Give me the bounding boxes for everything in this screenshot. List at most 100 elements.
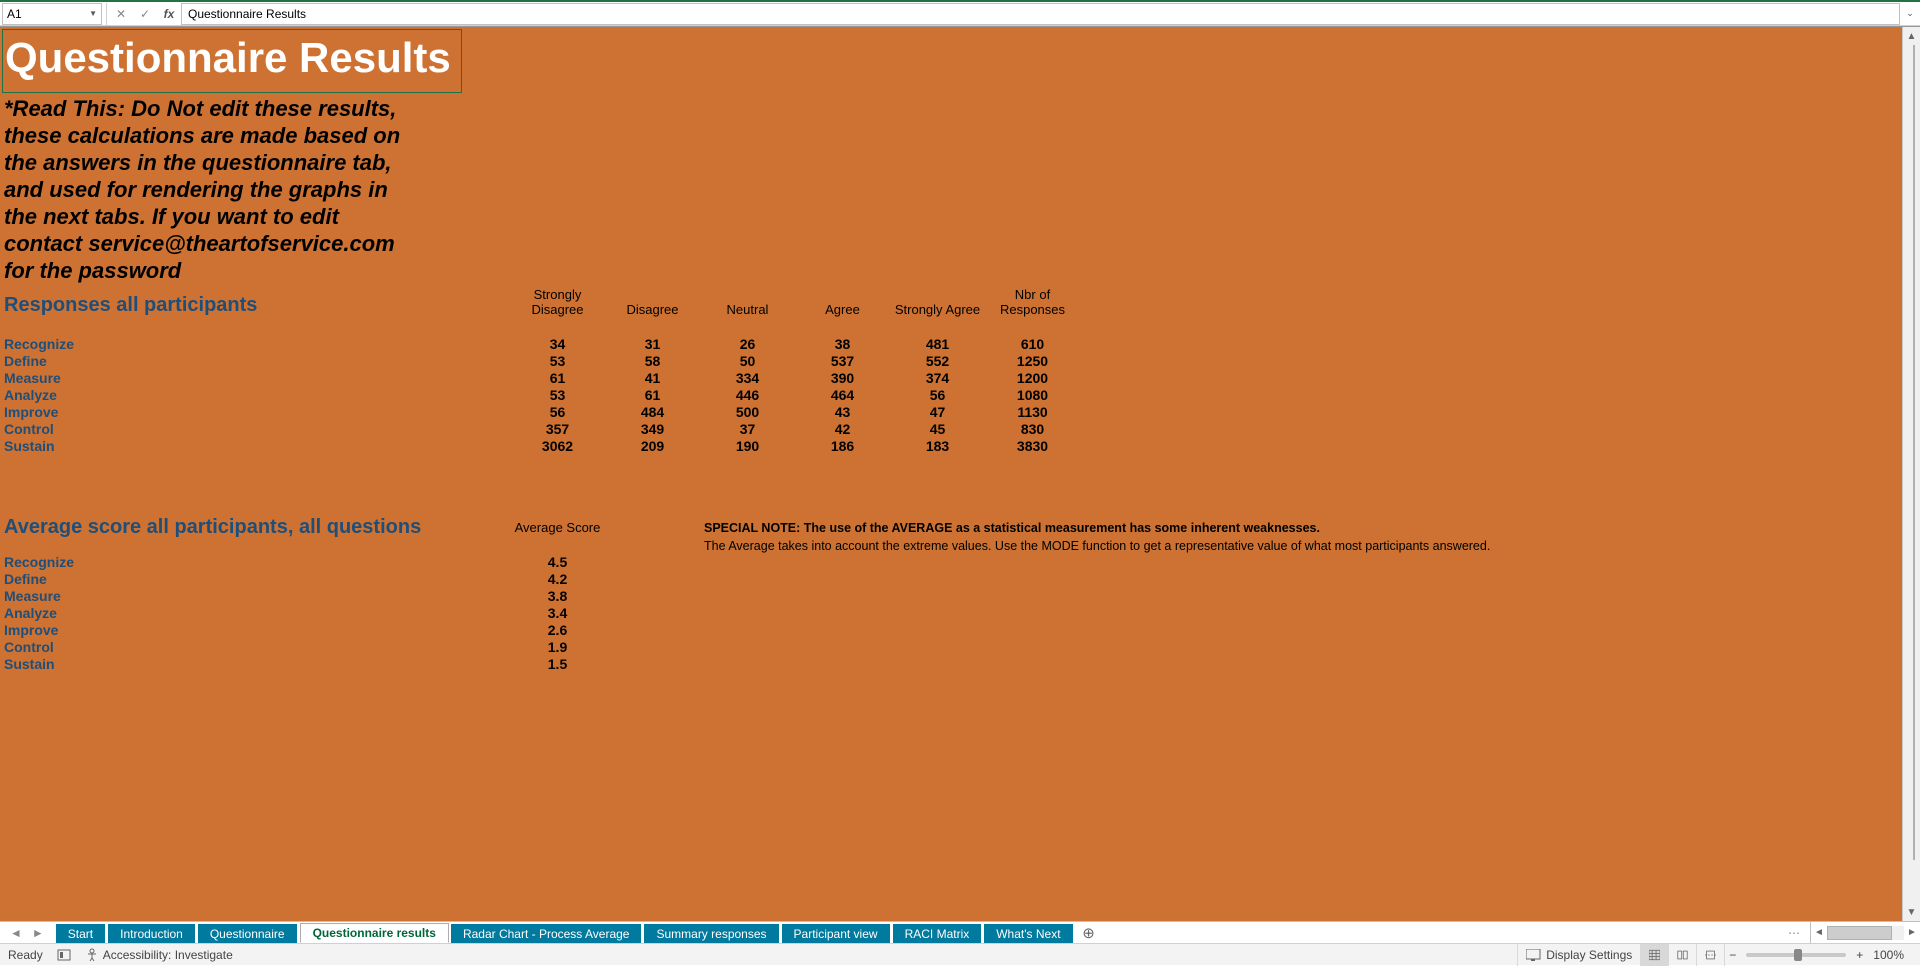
table-row: Sustain1.5: [0, 655, 1490, 672]
zoom-slider-knob[interactable]: [1794, 949, 1802, 961]
cell-value: 1200: [985, 369, 1080, 386]
row-label: Improve: [0, 621, 510, 638]
page-layout-view-button[interactable]: [1668, 944, 1696, 966]
row-label: Define: [0, 352, 510, 369]
cell-value: 2.6: [510, 621, 605, 638]
cell-value: 1130: [985, 403, 1080, 420]
insert-function-icon[interactable]: fx: [157, 3, 181, 25]
page-title: Questionnaire Results: [5, 34, 451, 82]
sheet-tab[interactable]: What's Next: [984, 924, 1073, 943]
page-layout-icon: [1677, 949, 1688, 961]
tab-nav: ◄ ►: [0, 922, 54, 943]
cell-value: 47: [890, 403, 985, 420]
display-settings-button[interactable]: Display Settings: [1517, 944, 1640, 966]
name-box[interactable]: A1 ▼: [2, 3, 102, 25]
cell-value: 1250: [985, 352, 1080, 369]
hscroll-right-icon[interactable]: ►: [1904, 927, 1920, 938]
sheet-tab[interactable]: Start: [56, 924, 106, 943]
cell-value: 481: [890, 335, 985, 352]
col-header-strongly-disagree-l2: Disagree: [510, 302, 605, 317]
tab-nav-prev-icon[interactable]: ◄: [10, 926, 22, 940]
scroll-down-icon[interactable]: ▼: [1904, 903, 1920, 921]
add-sheet-icon[interactable]: ⊕: [1075, 922, 1103, 943]
zoom-in-button[interactable]: +: [1852, 944, 1867, 966]
enter-icon[interactable]: ✓: [133, 3, 157, 25]
sheet-area[interactable]: Questionnaire Results *Read This: Do Not…: [0, 27, 1902, 921]
responses-table: Responses all participants Strongly Nbr …: [0, 288, 1080, 454]
row-label: Measure: [0, 369, 510, 386]
formula-input-value: Questionnaire Results: [188, 7, 306, 21]
cell-value: 45: [890, 420, 985, 437]
row-label: Sustain: [0, 655, 510, 672]
table-row: Control1.9: [0, 638, 1490, 655]
row-label: Recognize: [0, 553, 510, 570]
selected-cell-a1[interactable]: Questionnaire Results: [2, 29, 462, 93]
formula-input[interactable]: Questionnaire Results: [181, 3, 1900, 25]
table-row: Analyze3.4: [0, 604, 1490, 621]
accessibility-status[interactable]: Accessibility: Investigate: [85, 948, 233, 962]
cell-value: 43: [795, 403, 890, 420]
table-row: Measure3.8: [0, 587, 1490, 604]
hscroll-left-icon[interactable]: ◄: [1811, 927, 1827, 938]
sheet-content: Questionnaire Results *Read This: Do Not…: [0, 27, 1902, 672]
sheet-tab[interactable]: Questionnaire results: [300, 923, 449, 943]
hscroll-thumb[interactable]: [1827, 926, 1892, 940]
cell-value: 390: [795, 369, 890, 386]
tab-nav-next-icon[interactable]: ►: [32, 926, 44, 940]
sheet-tab[interactable]: Introduction: [108, 924, 196, 943]
cell-value: 41: [605, 369, 700, 386]
sheet-tab[interactable]: Questionnaire: [198, 924, 298, 943]
cell-value: 484: [605, 403, 700, 420]
cell-value: 56: [890, 386, 985, 403]
sheet-tab[interactable]: Radar Chart - Process Average: [451, 924, 643, 943]
display-settings-icon: [1526, 949, 1542, 961]
row-label: Control: [0, 420, 510, 437]
table-row: Measure61413343903741200: [0, 369, 1080, 386]
row-label: Analyze: [0, 604, 510, 621]
zoom-out-button[interactable]: −: [1724, 944, 1740, 966]
cell-value: 209: [605, 437, 700, 454]
status-bar: Ready Accessibility: Investigate Display…: [0, 943, 1920, 965]
avg-header: Average score all participants, all ques…: [4, 516, 421, 538]
scroll-thumb[interactable]: [1913, 45, 1915, 860]
cell-value: 53: [510, 352, 605, 369]
page-break-view-button[interactable]: [1696, 944, 1724, 966]
normal-view-button[interactable]: [1640, 944, 1668, 966]
horizontal-scrollbar[interactable]: ◄ ►: [1810, 922, 1920, 943]
table-row: Improve2.6: [0, 621, 1490, 638]
table-row: Sustain30622091901861833830: [0, 437, 1080, 454]
cell-value: 56: [510, 403, 605, 420]
cell-value: 183: [890, 437, 985, 454]
macro-recorder-icon[interactable]: [57, 948, 71, 962]
sheet-tab[interactable]: RACI Matrix: [893, 924, 983, 943]
tab-options-icon[interactable]: ⋯: [1780, 922, 1810, 943]
vertical-scrollbar[interactable]: ▲ ▼: [1902, 27, 1920, 921]
zoom-slider[interactable]: [1746, 953, 1846, 957]
cell-value: 830: [985, 420, 1080, 437]
workspace: Questionnaire Results *Read This: Do Not…: [0, 26, 1920, 921]
cell-value: 186: [795, 437, 890, 454]
cell-value: 4.2: [510, 570, 605, 587]
cancel-icon[interactable]: ✕: [109, 3, 133, 25]
scroll-up-icon[interactable]: ▲: [1904, 27, 1920, 45]
sheet-tab[interactable]: Participant view: [782, 924, 891, 943]
zoom-level[interactable]: 100%: [1867, 944, 1912, 966]
header-row-1: Responses all participants Strongly Nbr …: [0, 288, 1080, 302]
cell-value: 1080: [985, 386, 1080, 403]
avg-note-bold: SPECIAL NOTE: The use of the AVERAGE as …: [704, 521, 1320, 535]
cell-value: 374: [890, 369, 985, 386]
status-ready: Ready: [8, 948, 43, 962]
cell-value: 61: [605, 386, 700, 403]
sheet-tab[interactable]: Summary responses: [644, 924, 779, 943]
row-label: Recognize: [0, 335, 510, 352]
table-row: Improve5648450043471130: [0, 403, 1080, 420]
divider: [106, 3, 107, 25]
cell-value: 3.4: [510, 604, 605, 621]
cell-value: 34: [510, 335, 605, 352]
table-row: Define5358505375521250: [0, 352, 1080, 369]
expand-formula-bar-icon[interactable]: ⌄: [1900, 3, 1920, 25]
name-box-dropdown-icon[interactable]: ▼: [89, 9, 97, 18]
display-settings-label: Display Settings: [1546, 948, 1632, 962]
table-row: Define4.2: [0, 570, 1490, 587]
responses-header: Responses all participants: [4, 294, 257, 316]
